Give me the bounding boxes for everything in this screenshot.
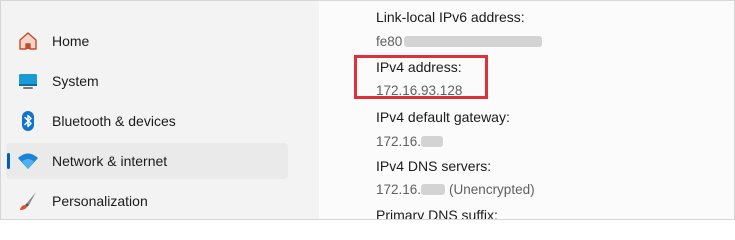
gateway-value-text: 172.16. bbox=[376, 134, 422, 149]
sidebar-item-bluetooth[interactable]: Bluetooth & devices bbox=[6, 103, 288, 139]
bluetooth-icon bbox=[17, 110, 39, 132]
ipv6-label: Link-local IPv6 address: bbox=[376, 9, 525, 25]
sidebar-item-network[interactable]: Network & internet bbox=[6, 143, 288, 179]
network-properties-panel: Link-local IPv6 address: fe80 IPv4 addre… bbox=[319, 1, 734, 219]
sidebar-nav: Home System Bluetooth & devices Network … bbox=[1, 1, 319, 219]
sidebar-item-label: Bluetooth & devices bbox=[52, 113, 176, 129]
sidebar-item-label: Network & internet bbox=[52, 153, 168, 169]
sidebar-item-system[interactable]: System bbox=[6, 63, 288, 99]
sidebar-item-label: System bbox=[52, 73, 99, 89]
sidebar-item-personalization[interactable]: Personalization bbox=[6, 183, 288, 219]
gateway-value: 172.16. bbox=[376, 134, 444, 149]
selection-indicator bbox=[7, 153, 10, 169]
dns-servers-label: IPv4 DNS servers: bbox=[376, 158, 492, 174]
ipv6-value-text: fe80 bbox=[376, 34, 403, 49]
wifi-icon bbox=[17, 150, 39, 172]
gateway-label: IPv4 default gateway: bbox=[376, 109, 510, 125]
dns-value-text: 172.16. bbox=[376, 182, 422, 197]
annotation-highlight-box bbox=[354, 55, 488, 99]
ipv6-value: fe80 bbox=[376, 34, 543, 49]
sidebar-item-home[interactable]: Home bbox=[6, 23, 288, 59]
system-monitor-icon bbox=[17, 70, 39, 92]
settings-window: Home System Bluetooth & devices Network … bbox=[0, 0, 735, 220]
paintbrush-icon bbox=[17, 190, 39, 212]
dns-servers-value: 172.16. (Unencrypted) bbox=[376, 182, 535, 197]
dns-suffix-label: Primary DNS suffix: bbox=[376, 207, 498, 220]
sidebar-item-label: Home bbox=[52, 33, 90, 49]
dns-encryption-note: (Unencrypted) bbox=[449, 182, 535, 197]
redacted-blur bbox=[404, 36, 543, 47]
redacted-blur bbox=[421, 184, 446, 195]
home-icon bbox=[17, 30, 39, 52]
redacted-blur bbox=[421, 136, 444, 147]
sidebar-item-label: Personalization bbox=[52, 193, 148, 209]
